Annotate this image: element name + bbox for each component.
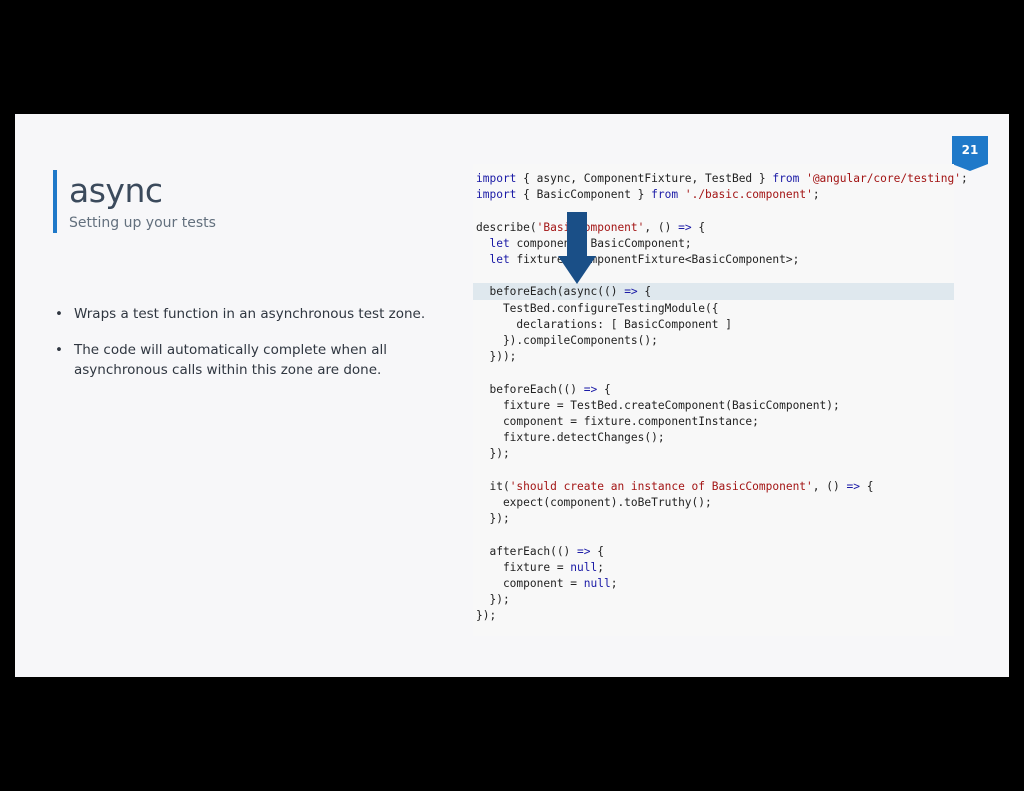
- code-token: null: [570, 560, 598, 574]
- code-token: import: [476, 172, 517, 185]
- bullet-text: The code will automatically complete whe…: [74, 342, 388, 378]
- code-token: from: [651, 188, 679, 202]
- code-line-highlighted: beforeEach(async(() => {: [473, 283, 954, 301]
- code-line: beforeEach(() => {: [473, 381, 954, 398]
- code-line: import { async, ComponentFixture, TestBe…: [473, 170, 968, 187]
- code-line: expect(component).toBeTruthy();: [473, 494, 954, 511]
- page-number-badge: 21: [952, 136, 988, 171]
- bullet-text: Wraps a test function in an asynchronous…: [74, 306, 426, 322]
- title-accent-bar: [53, 170, 57, 233]
- code-token: }).compileComponents();: [476, 334, 658, 347]
- code-line: }).compileComponents();: [473, 332, 954, 349]
- code-block: import { async, ComponentFixture, TestBe…: [473, 164, 968, 636]
- code-token: }));: [476, 350, 517, 364]
- code-token: fixture: ComponentFixture<BasicComponent…: [509, 253, 800, 266]
- code-token: '@angular/core/testing': [806, 172, 961, 185]
- bullet-list: • Wraps a test function in an asynchrono…: [55, 304, 455, 396]
- code-token: fixture =: [476, 560, 571, 574]
- code-line: describe('BasicComponent', () => {: [473, 219, 954, 236]
- code-line: let fixture: ComponentFixture<BasicCompo…: [473, 251, 954, 268]
- code-line: fixture = TestBed.createComponent(BasicC…: [473, 397, 954, 414]
- code-line: });: [473, 510, 954, 527]
- code-token: =>: [624, 285, 638, 299]
- code-token: =>: [577, 544, 591, 558]
- slide-title: async: [69, 171, 163, 210]
- bullet-item: • Wraps a test function in an asynchrono…: [55, 304, 455, 324]
- code-line: });: [473, 445, 954, 462]
- code-line: import { BasicComponent } from './basic.…: [473, 186, 954, 203]
- code-token: expect(component).toBeTruthy();: [476, 496, 712, 509]
- slide: async Setting up your tests 21 • Wraps a…: [15, 114, 1009, 677]
- code-line: component = fixture.componentInstance;: [473, 413, 954, 430]
- code-token: declarations: [ BasicComponent ]: [476, 317, 732, 331]
- page-number: 21: [961, 143, 979, 157]
- code-line: });: [473, 607, 954, 624]
- code-line: });: [473, 591, 954, 608]
- code-line: }));: [473, 348, 954, 365]
- code-token: beforeEach((): [476, 382, 584, 396]
- code-token: './basic.component': [684, 188, 813, 202]
- code-token: component: BasicComponent;: [509, 236, 692, 250]
- code-token: {: [691, 220, 706, 234]
- code-line: let component: BasicComponent;: [473, 235, 954, 252]
- code-token: let: [489, 253, 510, 266]
- slide-subtitle: Setting up your tests: [69, 215, 216, 231]
- down-arrow-icon: [558, 212, 596, 284]
- code-token: , (): [644, 220, 679, 234]
- code-token: { BasicComponent }: [516, 188, 652, 202]
- code-token: });: [476, 447, 510, 461]
- code-line: fixture.detectChanges();: [473, 429, 954, 446]
- code-token: ;: [812, 188, 820, 202]
- code-line: declarations: [ BasicComponent ]: [473, 316, 954, 333]
- code-line: component = null;: [473, 575, 954, 592]
- code-token: component = fixture.componentInstance;: [476, 415, 759, 428]
- code-token: =>: [678, 220, 692, 234]
- code-token: describe(: [476, 220, 537, 234]
- code-token: fixture = TestBed.createComponent(BasicC…: [476, 398, 840, 412]
- code-line: afterEach(() => {: [473, 543, 954, 560]
- code-token: =>: [846, 479, 860, 493]
- code-token: {: [859, 479, 874, 493]
- code-line: TestBed.configureTestingModule({: [473, 300, 954, 317]
- bullet-marker: •: [55, 306, 63, 322]
- code-token: {: [590, 544, 605, 558]
- code-token: ;: [610, 577, 618, 590]
- code-token: , (): [812, 479, 847, 493]
- code-token: beforeEach(async((): [476, 285, 625, 299]
- code-token: {: [637, 285, 652, 299]
- code-token: { async, ComponentFixture, TestBed }: [516, 172, 773, 185]
- code-token: });: [476, 512, 510, 526]
- code-line: it('should create an instance of BasicCo…: [473, 478, 954, 495]
- code-token: let: [489, 236, 510, 250]
- code-token: afterEach((): [476, 544, 578, 558]
- code-token: it(: [476, 479, 510, 493]
- code-token: });: [476, 609, 497, 623]
- code-token: import: [476, 188, 517, 202]
- code-token: 'should create an instance of BasicCompo…: [509, 479, 813, 493]
- code-token: });: [476, 593, 510, 607]
- code-token: fixture.detectChanges();: [476, 431, 665, 445]
- code-token: ;: [597, 560, 604, 574]
- code-token: null: [583, 577, 611, 590]
- bullet-item: • The code will automatically complete w…: [55, 340, 455, 380]
- code-token: from: [772, 172, 800, 185]
- code-token: component =: [476, 577, 584, 590]
- code-line: fixture = null;: [473, 559, 954, 576]
- code-token: ;: [961, 172, 968, 185]
- bullet-marker: •: [55, 342, 63, 358]
- code-token: {: [597, 382, 611, 396]
- code-token: TestBed.configureTestingModule({: [476, 301, 719, 315]
- code-token: =>: [583, 382, 598, 396]
